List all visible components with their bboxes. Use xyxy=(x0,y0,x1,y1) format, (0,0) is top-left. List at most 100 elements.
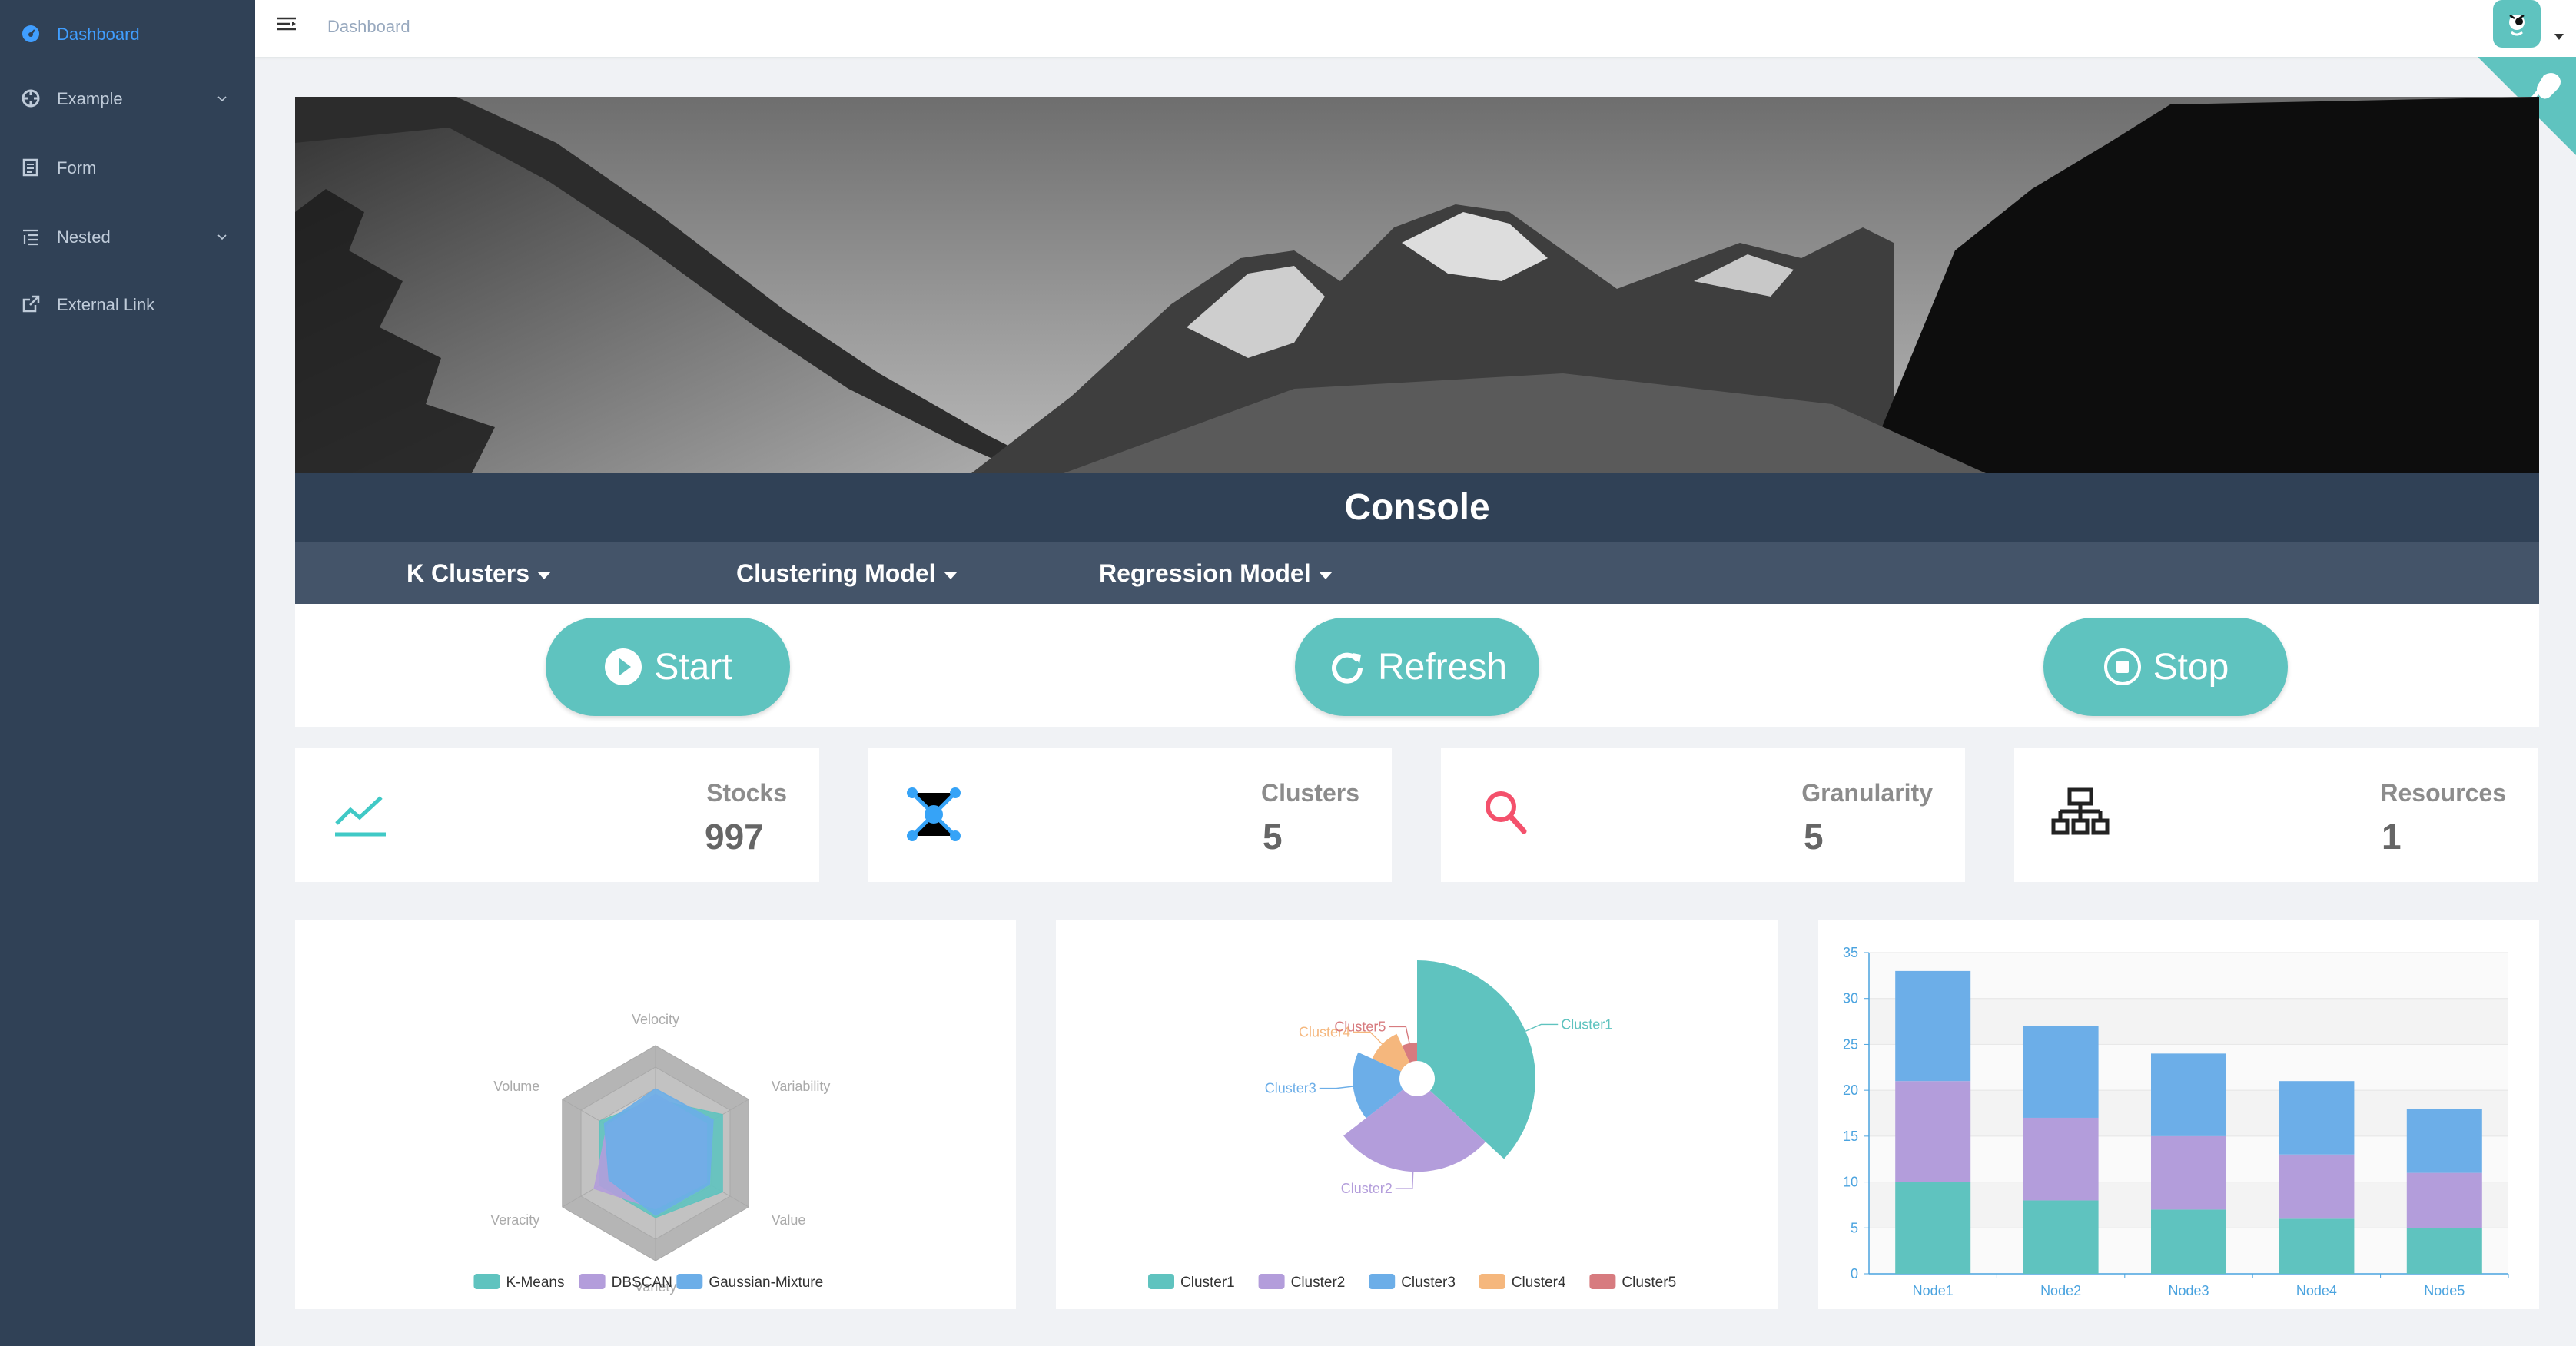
stop-button[interactable]: Stop xyxy=(2043,618,2288,716)
sidebar-item-label: Form xyxy=(57,158,97,177)
legend-swatch[interactable] xyxy=(579,1274,606,1289)
stat-title: Stocks xyxy=(706,779,787,807)
legend-swatch[interactable] xyxy=(1589,1274,1616,1289)
sidebar-item-form[interactable]: Form xyxy=(0,134,255,203)
start-button[interactable]: Start xyxy=(546,618,790,716)
chevron-down-icon xyxy=(217,234,227,240)
legend-label[interactable]: Cluster5 xyxy=(1622,1275,1676,1291)
caret-down-icon xyxy=(537,571,552,579)
radar-chart-panel: Velocity Variability Value Variety Veracity V… xyxy=(295,920,1016,1309)
bar-segment[interactable] xyxy=(2406,1109,2482,1173)
bar-segment[interactable] xyxy=(2279,1218,2355,1274)
navbar: Dashboard xyxy=(255,0,2576,57)
dashboard-icon xyxy=(22,25,39,42)
x-tick-label: Node4 xyxy=(2296,1283,2337,1298)
bar-segment[interactable] xyxy=(1895,970,1971,1082)
search-icon xyxy=(1486,791,1527,834)
user-avatar-icon xyxy=(2509,14,2525,36)
refresh-label: Refresh xyxy=(1377,646,1508,688)
legend-label[interactable]: Cluster3 xyxy=(1401,1275,1456,1291)
legend-swatch[interactable] xyxy=(473,1274,500,1289)
sidebar-item-label: Dashboard xyxy=(57,25,140,44)
pie-label-line xyxy=(1525,1023,1559,1032)
stat-value: 1 xyxy=(2382,817,2402,857)
legend-label[interactable]: Cluster2 xyxy=(1291,1275,1346,1291)
bar-chart: 0 5 10 15 20 25 30 35 Node1 Node2 Node3 Node4 Node5 xyxy=(1843,945,2509,1298)
nested-icon xyxy=(23,229,38,246)
bar-segment[interactable] xyxy=(2279,1081,2355,1155)
legend-label[interactable]: K-Means xyxy=(506,1275,564,1291)
legend-label[interactable]: Gaussian-Mixture xyxy=(709,1275,823,1291)
bar-segment[interactable] xyxy=(2151,1209,2226,1274)
radar-indicator-label: Value xyxy=(772,1212,806,1228)
stat-card-stocks[interactable]: Stocks 997 xyxy=(295,748,819,882)
k-clusters-dropdown[interactable]: K Clusters xyxy=(407,542,552,604)
bar-segment[interactable] xyxy=(2023,1200,2099,1274)
stop-icon xyxy=(2103,648,2141,685)
bar-segment[interactable] xyxy=(2279,1154,2355,1219)
sidebar-item-example[interactable]: Example xyxy=(0,65,255,134)
dropdown-bar: K Clusters Clustering Model Regression M… xyxy=(295,542,2539,604)
mountain-banner-image xyxy=(295,97,2539,473)
radar-indicator-label: Velocity xyxy=(632,1012,679,1027)
y-tick-label: 35 xyxy=(1843,945,1858,960)
sidebar-item-nested[interactable]: Nested xyxy=(0,203,255,272)
avatar[interactable] xyxy=(2493,0,2541,48)
legend-swatch[interactable] xyxy=(1258,1274,1285,1289)
bar-segment[interactable] xyxy=(1895,1182,1971,1274)
stat-title: Resources xyxy=(2380,779,2506,807)
pie-chart: Cluster1 Cluster2 Cluster3 Cluster4 Cluster5… xyxy=(1148,960,1676,1291)
stat-card-granularity[interactable]: Granularity 5 xyxy=(1441,748,1965,882)
stop-label: Stop xyxy=(2153,646,2229,688)
sidebar-item-label: Nested xyxy=(57,227,111,247)
chevron-down-icon xyxy=(217,96,227,102)
breadcrumb[interactable]: Dashboard xyxy=(327,17,410,37)
bar-segment[interactable] xyxy=(2023,1026,2099,1118)
pie-label-line xyxy=(1395,1172,1414,1189)
hierarchy-icon xyxy=(2051,787,2110,835)
bar-segment[interactable] xyxy=(1895,1081,1971,1182)
pie-slice-label: Cluster2 xyxy=(1341,1181,1393,1196)
stat-value: 5 xyxy=(1263,817,1283,857)
legend-swatch[interactable] xyxy=(1369,1274,1396,1289)
sidebar-item-external-link[interactable]: External Link xyxy=(0,270,255,340)
pie-slice-label: Cluster1 xyxy=(1561,1016,1612,1032)
clustering-model-label: Clustering Model xyxy=(736,559,936,587)
caret-down-icon xyxy=(943,571,958,579)
legend-label[interactable]: DBSCAN xyxy=(612,1275,672,1291)
legend-label[interactable]: Cluster4 xyxy=(1512,1275,1566,1291)
bar-segment[interactable] xyxy=(2151,1053,2226,1136)
pie-chart-panel: Cluster1 Cluster2 Cluster3 Cluster4 Cluster5… xyxy=(1056,920,1778,1309)
radar-indicator-label: Veracity xyxy=(490,1212,539,1228)
bar-segment[interactable] xyxy=(2406,1228,2482,1274)
legend-swatch[interactable] xyxy=(676,1274,703,1289)
caret-down-icon[interactable] xyxy=(2554,34,2564,40)
radar-chart: VelocityVariabilityValueVarietyVeracityV… xyxy=(473,1012,831,1295)
stat-value: 5 xyxy=(1804,817,1824,857)
sidebar-item-dashboard[interactable]: Dashboard xyxy=(0,0,255,69)
regression-model-dropdown[interactable]: Regression Model xyxy=(1099,542,1333,604)
clustering-model-dropdown[interactable]: Clustering Model xyxy=(736,542,958,604)
y-tick-label: 25 xyxy=(1843,1036,1858,1052)
legend-swatch[interactable] xyxy=(1148,1274,1174,1289)
y-tick-label: 30 xyxy=(1843,991,1858,1006)
bar-segment[interactable] xyxy=(2406,1172,2482,1228)
x-tick-label: Node2 xyxy=(2040,1283,2081,1298)
legend-label[interactable]: Cluster1 xyxy=(1180,1275,1235,1291)
k-clusters-label: K Clusters xyxy=(407,559,530,587)
action-buttons-row: Start Refresh Stop xyxy=(295,604,2539,727)
pie-slice-label: Cluster3 xyxy=(1265,1081,1316,1096)
console-title: Console xyxy=(295,473,2539,542)
sidebar-item-label: Example xyxy=(57,89,123,108)
refresh-button[interactable]: Refresh xyxy=(1295,618,1539,716)
line-chart-icon xyxy=(335,796,386,837)
bar-segment[interactable] xyxy=(2151,1135,2226,1210)
stat-value: 997 xyxy=(705,817,764,857)
stat-card-clusters[interactable]: Clusters 5 xyxy=(868,748,1392,882)
hamburger-icon[interactable] xyxy=(275,14,298,37)
bar-segment[interactable] xyxy=(2023,1117,2099,1201)
legend-swatch[interactable] xyxy=(1479,1274,1505,1289)
radar-indicator-label: Variability xyxy=(772,1079,831,1094)
stat-card-resources[interactable]: Resources 1 xyxy=(2014,748,2538,882)
pie-slice-label: Cluster5 xyxy=(1334,1019,1386,1034)
